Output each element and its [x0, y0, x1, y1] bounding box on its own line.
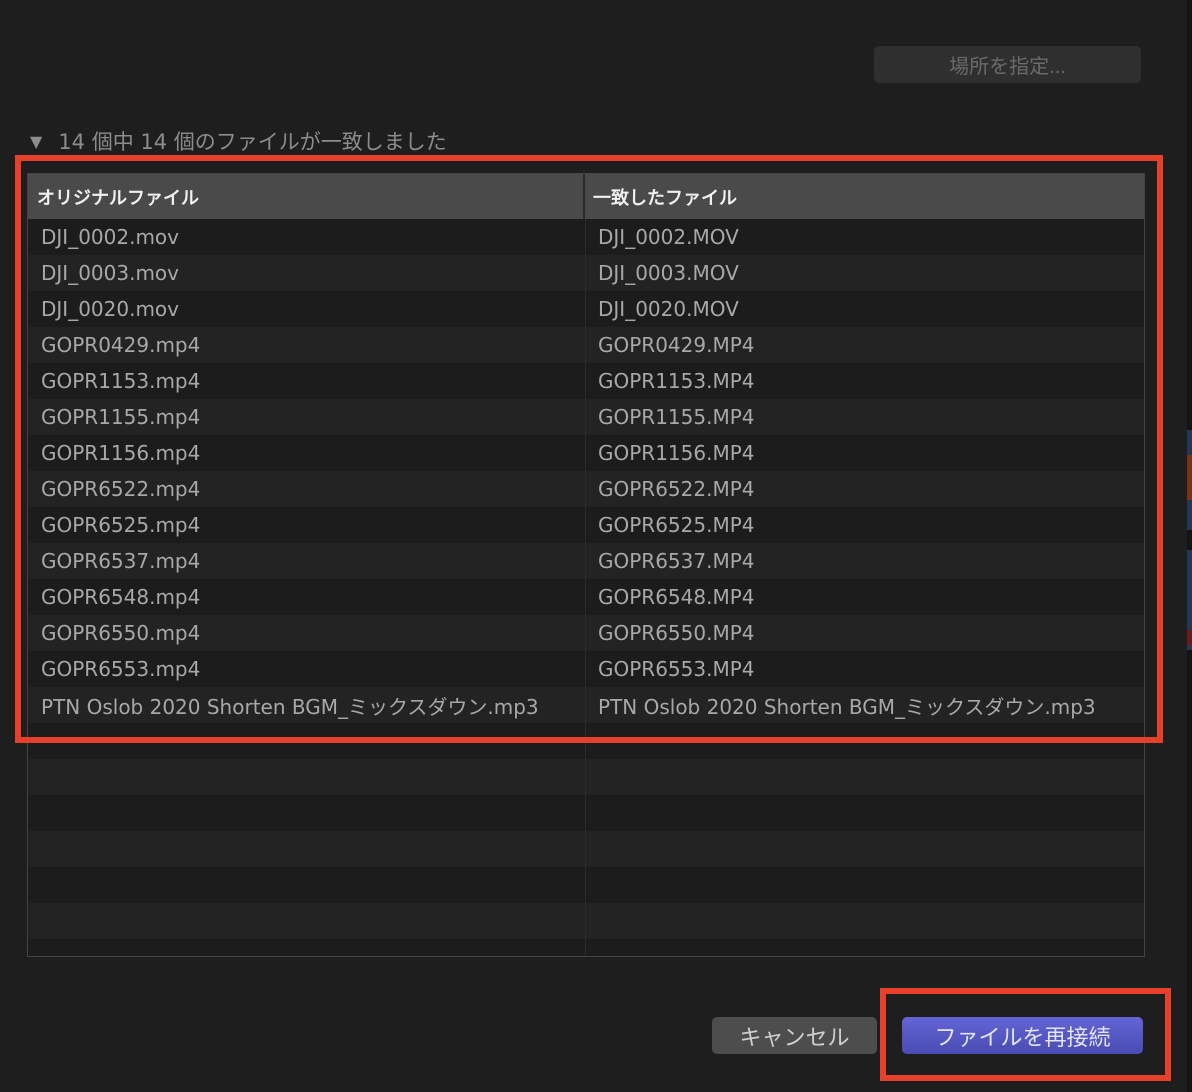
cancel-button[interactable]: キャンセル — [712, 1017, 877, 1054]
matched-file-cell — [586, 723, 1144, 759]
matched-file-cell: GOPR6553.MP4 — [598, 657, 755, 681]
matched-file-cell: GOPR6537.MP4 — [598, 549, 755, 573]
matched-file-cell — [586, 867, 1144, 903]
original-file-cell: GOPR1155.mp4 — [28, 399, 586, 435]
table-row[interactable]: DJI_0020.mov DJI_0020.MOV — [28, 291, 1144, 327]
matched-file-cell: GOPR1153.MP4 — [598, 369, 755, 393]
background-window-edge — [1187, 0, 1192, 1092]
original-file-cell: GOPR6522.mp4 — [28, 471, 586, 507]
empty-row — [28, 831, 1144, 867]
original-file-cell — [28, 867, 586, 903]
empty-row — [28, 723, 1144, 759]
matched-file-cell: DJI_0002.MOV — [598, 225, 739, 249]
table-row[interactable]: GOPR0429.mp4 GOPR0429.MP4 — [28, 327, 1144, 363]
original-file-cell — [28, 903, 586, 939]
table-row[interactable]: GOPR6525.mp4 GOPR6525.MP4 — [28, 507, 1144, 543]
original-file-cell: GOPR6550.mp4 — [28, 615, 586, 651]
matched-file-cell — [586, 903, 1144, 939]
empty-row — [28, 939, 1144, 956]
table-header: オリジナルファイル 一致したファイル — [28, 174, 1144, 219]
empty-row — [28, 867, 1144, 903]
matched-file-cell: GOPR6548.MP4 — [598, 585, 755, 609]
matched-file-cell — [586, 831, 1144, 867]
table-row[interactable]: GOPR6537.mp4 GOPR6537.MP4 — [28, 543, 1144, 579]
matched-file-cell: GOPR6550.MP4 — [598, 621, 755, 645]
table-row[interactable]: DJI_0002.mov DJI_0002.MOV — [28, 219, 1144, 255]
match-summary[interactable]: ▼ 14 個中 14 個のファイルが一致しました — [30, 126, 447, 156]
table-row[interactable]: GOPR6550.mp4 GOPR6550.MP4 — [28, 615, 1144, 651]
matched-file-cell: GOPR6525.MP4 — [598, 513, 755, 537]
table-row[interactable]: GOPR6553.mp4 GOPR6553.MP4 — [28, 651, 1144, 687]
matched-file-cell — [586, 939, 1144, 956]
original-file-cell: GOPR6548.mp4 — [28, 579, 586, 615]
original-file-cell: DJI_0003.mov — [28, 255, 586, 291]
original-file-cell: DJI_0020.mov — [28, 291, 586, 327]
original-file-cell — [28, 795, 586, 831]
table-row[interactable]: GOPR1156.mp4 GOPR1156.MP4 — [28, 435, 1144, 471]
locate-button[interactable]: 場所を指定... — [874, 46, 1141, 83]
empty-row — [28, 759, 1144, 795]
matched-file-cell: PTN Oslob 2020 Shorten BGM_ミックスダウン.mp3 — [598, 694, 1096, 719]
original-file-cell — [28, 723, 586, 759]
matched-file-cell: GOPR1155.MP4 — [598, 405, 755, 429]
original-file-cell: GOPR6553.mp4 — [28, 651, 586, 687]
original-file-cell: GOPR0429.mp4 — [28, 327, 586, 363]
original-file-cell: DJI_0002.mov — [28, 219, 586, 255]
table-row[interactable]: DJI_0003.mov DJI_0003.MOV — [28, 255, 1144, 291]
matched-file-cell — [586, 795, 1144, 831]
table-row[interactable]: GOPR1153.mp4 GOPR1153.MP4 — [28, 363, 1144, 399]
original-file-cell: PTN Oslob 2020 Shorten BGM_ミックスダウン.mp3 — [28, 687, 586, 723]
original-file-cell: GOPR6537.mp4 — [28, 543, 586, 579]
original-file-cell: GOPR1153.mp4 — [28, 363, 586, 399]
summary-text: 14 個中 14 個のファイルが一致しました — [58, 130, 447, 154]
original-file-cell: GOPR1156.mp4 — [28, 435, 586, 471]
column-header-matched[interactable]: 一致したファイル — [585, 174, 1144, 219]
column-header-original[interactable]: オリジナルファイル — [28, 174, 585, 219]
triangle-down-icon[interactable]: ▼ — [30, 132, 42, 151]
table-body: DJI_0002.mov DJI_0002.MOV DJI_0003.mov DJI_… — [28, 219, 1144, 956]
matched-file-cell: DJI_0003.MOV — [598, 261, 739, 285]
matched-file-cell — [586, 759, 1144, 795]
matched-file-cell: DJI_0020.MOV — [598, 297, 739, 321]
file-match-table: オリジナルファイル 一致したファイル DJI_0002.mov DJI_0002.… — [27, 173, 1145, 957]
original-file-cell — [28, 939, 586, 956]
empty-row — [28, 795, 1144, 831]
matched-file-cell: GOPR0429.MP4 — [598, 333, 755, 357]
table-row[interactable]: GOPR1155.mp4 GOPR1155.MP4 — [28, 399, 1144, 435]
original-file-cell — [28, 831, 586, 867]
original-file-cell — [28, 759, 586, 795]
matched-file-cell: GOPR6522.MP4 — [598, 477, 755, 501]
reconnect-files-button[interactable]: ファイルを再接続 — [902, 1017, 1143, 1054]
table-row[interactable]: PTN Oslob 2020 Shorten BGM_ミックスダウン.mp3 PT… — [28, 687, 1144, 723]
empty-row — [28, 903, 1144, 939]
table-row[interactable]: GOPR6548.mp4 GOPR6548.MP4 — [28, 579, 1144, 615]
table-row[interactable]: GOPR6522.mp4 GOPR6522.MP4 — [28, 471, 1144, 507]
original-file-cell: GOPR6525.mp4 — [28, 507, 586, 543]
matched-file-cell: GOPR1156.MP4 — [598, 441, 755, 465]
